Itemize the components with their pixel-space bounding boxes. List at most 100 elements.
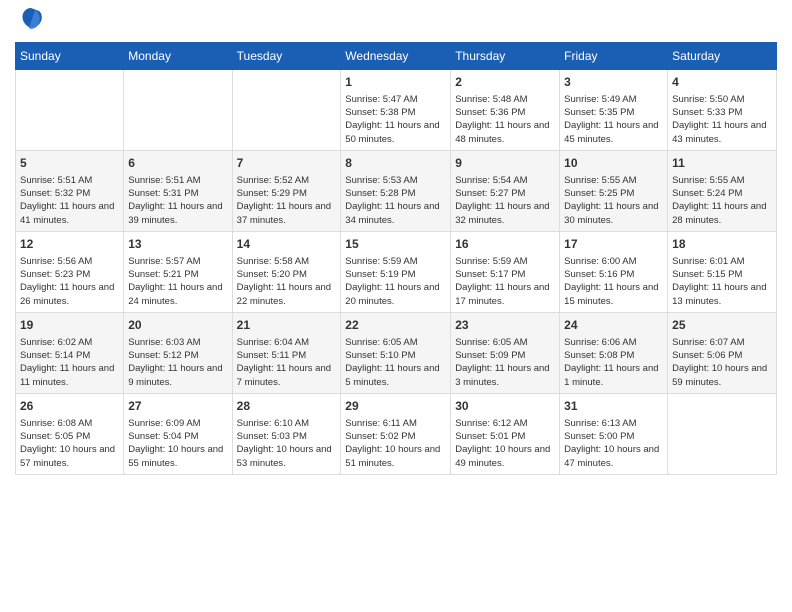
calendar-cell: 22 Sunrise: 6:05 AM Sunset: 5:10 PM Dayli…	[341, 312, 451, 393]
day-info: Sunrise: 6:00 AM Sunset: 5:16 PM Dayligh…	[564, 255, 663, 308]
day-number: 23	[455, 317, 555, 334]
day-info: Sunrise: 6:04 AM Sunset: 5:11 PM Dayligh…	[237, 336, 337, 389]
calendar-cell	[668, 393, 777, 474]
page-container: SundayMondayTuesdayWednesdayThursdayFrid…	[0, 0, 792, 485]
day-info: Sunrise: 5:48 AM Sunset: 5:36 PM Dayligh…	[455, 93, 555, 146]
calendar-cell: 28 Sunrise: 6:10 AM Sunset: 5:03 PM Dayli…	[232, 393, 341, 474]
day-number: 7	[237, 155, 337, 172]
day-number: 5	[20, 155, 119, 172]
weekday-header: Thursday	[451, 43, 560, 70]
day-number: 25	[672, 317, 772, 334]
day-number: 6	[128, 155, 227, 172]
day-info: Sunrise: 5:51 AM Sunset: 5:31 PM Dayligh…	[128, 174, 227, 227]
day-info: Sunrise: 5:59 AM Sunset: 5:19 PM Dayligh…	[345, 255, 446, 308]
day-info: Sunrise: 6:13 AM Sunset: 5:00 PM Dayligh…	[564, 417, 663, 470]
weekday-header: Sunday	[16, 43, 124, 70]
calendar-cell: 9 Sunrise: 5:54 AM Sunset: 5:27 PM Daylig…	[451, 150, 560, 231]
calendar-cell: 3 Sunrise: 5:49 AM Sunset: 5:35 PM Daylig…	[560, 70, 668, 151]
day-info: Sunrise: 6:11 AM Sunset: 5:02 PM Dayligh…	[345, 417, 446, 470]
day-info: Sunrise: 6:05 AM Sunset: 5:10 PM Dayligh…	[345, 336, 446, 389]
day-number: 18	[672, 236, 772, 253]
day-info: Sunrise: 6:06 AM Sunset: 5:08 PM Dayligh…	[564, 336, 663, 389]
calendar-cell: 19 Sunrise: 6:02 AM Sunset: 5:14 PM Dayli…	[16, 312, 124, 393]
calendar-cell: 30Sunrise: 6:12 AM Sunset: 5:01 PM Dayli…	[451, 393, 560, 474]
day-number: 29	[345, 398, 446, 415]
logo	[15, 10, 45, 34]
day-info: Sunrise: 5:51 AM Sunset: 5:32 PM Dayligh…	[20, 174, 119, 227]
day-info: Sunrise: 5:55 AM Sunset: 5:24 PM Dayligh…	[672, 174, 772, 227]
calendar-week-row: 12 Sunrise: 5:56 AM Sunset: 5:23 PM Dayli…	[16, 231, 777, 312]
day-number: 4	[672, 74, 772, 91]
weekday-header: Monday	[124, 43, 232, 70]
calendar-cell: 29 Sunrise: 6:11 AM Sunset: 5:02 PM Dayli…	[341, 393, 451, 474]
day-info: Sunrise: 5:53 AM Sunset: 5:28 PM Dayligh…	[345, 174, 446, 227]
day-number: 16	[455, 236, 555, 253]
calendar-cell: 8Sunrise: 5:53 AM Sunset: 5:28 PM Daylig…	[341, 150, 451, 231]
calendar-cell: 26 Sunrise: 6:08 AM Sunset: 5:05 PM Dayli…	[16, 393, 124, 474]
day-number: 19	[20, 317, 119, 334]
day-info: Sunrise: 5:59 AM Sunset: 5:17 PM Dayligh…	[455, 255, 555, 308]
day-number: 20	[128, 317, 227, 334]
calendar-cell: 6 Sunrise: 5:51 AM Sunset: 5:31 PM Daylig…	[124, 150, 232, 231]
calendar-cell: 21 Sunrise: 6:04 AM Sunset: 5:11 PM Dayli…	[232, 312, 341, 393]
day-number: 12	[20, 236, 119, 253]
day-info: Sunrise: 6:10 AM Sunset: 5:03 PM Dayligh…	[237, 417, 337, 470]
day-number: 22	[345, 317, 446, 334]
calendar-cell: 15 Sunrise: 5:59 AM Sunset: 5:19 PM Dayli…	[341, 231, 451, 312]
day-number: 30	[455, 398, 555, 415]
calendar-cell: 25Sunrise: 6:07 AM Sunset: 5:06 PM Dayli…	[668, 312, 777, 393]
calendar-cell: 27 Sunrise: 6:09 AM Sunset: 5:04 PM Dayli…	[124, 393, 232, 474]
calendar-cell: 24Sunrise: 6:06 AM Sunset: 5:08 PM Dayli…	[560, 312, 668, 393]
calendar-cell: 14 Sunrise: 5:58 AM Sunset: 5:20 PM Dayli…	[232, 231, 341, 312]
day-number: 10	[564, 155, 663, 172]
logo-icon	[17, 6, 45, 34]
calendar-cell: 2 Sunrise: 5:48 AM Sunset: 5:36 PM Daylig…	[451, 70, 560, 151]
day-info: Sunrise: 5:57 AM Sunset: 5:21 PM Dayligh…	[128, 255, 227, 308]
day-number: 21	[237, 317, 337, 334]
calendar-cell	[16, 70, 124, 151]
weekday-header: Tuesday	[232, 43, 341, 70]
calendar-cell: 17 Sunrise: 6:00 AM Sunset: 5:16 PM Dayli…	[560, 231, 668, 312]
day-number: 14	[237, 236, 337, 253]
calendar-cell: 4 Sunrise: 5:50 AM Sunset: 5:33 PM Daylig…	[668, 70, 777, 151]
day-number: 13	[128, 236, 227, 253]
day-info: Sunrise: 5:54 AM Sunset: 5:27 PM Dayligh…	[455, 174, 555, 227]
day-number: 27	[128, 398, 227, 415]
calendar-cell: 7 Sunrise: 5:52 AM Sunset: 5:29 PM Daylig…	[232, 150, 341, 231]
day-number: 26	[20, 398, 119, 415]
day-info: Sunrise: 5:56 AM Sunset: 5:23 PM Dayligh…	[20, 255, 119, 308]
day-info: Sunrise: 6:05 AM Sunset: 5:09 PM Dayligh…	[455, 336, 555, 389]
day-number: 3	[564, 74, 663, 91]
weekday-header: Saturday	[668, 43, 777, 70]
calendar-cell: 16 Sunrise: 5:59 AM Sunset: 5:17 PM Dayli…	[451, 231, 560, 312]
calendar-cell: 11 Sunrise: 5:55 AM Sunset: 5:24 PM Dayli…	[668, 150, 777, 231]
day-info: Sunrise: 5:52 AM Sunset: 5:29 PM Dayligh…	[237, 174, 337, 227]
day-number: 15	[345, 236, 446, 253]
day-info: Sunrise: 6:01 AM Sunset: 5:15 PM Dayligh…	[672, 255, 772, 308]
day-info: Sunrise: 5:58 AM Sunset: 5:20 PM Dayligh…	[237, 255, 337, 308]
weekday-header: Friday	[560, 43, 668, 70]
calendar-cell	[124, 70, 232, 151]
calendar-cell: 5 Sunrise: 5:51 AM Sunset: 5:32 PM Daylig…	[16, 150, 124, 231]
day-info: Sunrise: 5:49 AM Sunset: 5:35 PM Dayligh…	[564, 93, 663, 146]
calendar-cell: 18 Sunrise: 6:01 AM Sunset: 5:15 PM Dayli…	[668, 231, 777, 312]
calendar-cell	[232, 70, 341, 151]
calendar-cell: 23 Sunrise: 6:05 AM Sunset: 5:09 PM Dayli…	[451, 312, 560, 393]
calendar-cell: 31Sunrise: 6:13 AM Sunset: 5:00 PM Dayli…	[560, 393, 668, 474]
day-number: 2	[455, 74, 555, 91]
day-number: 9	[455, 155, 555, 172]
calendar-cell: 13 Sunrise: 5:57 AM Sunset: 5:21 PM Dayli…	[124, 231, 232, 312]
calendar-week-row: 19 Sunrise: 6:02 AM Sunset: 5:14 PM Dayli…	[16, 312, 777, 393]
calendar-cell: 12 Sunrise: 5:56 AM Sunset: 5:23 PM Dayli…	[16, 231, 124, 312]
day-number: 11	[672, 155, 772, 172]
calendar-week-row: 5 Sunrise: 5:51 AM Sunset: 5:32 PM Daylig…	[16, 150, 777, 231]
day-info: Sunrise: 6:08 AM Sunset: 5:05 PM Dayligh…	[20, 417, 119, 470]
day-info: Sunrise: 6:02 AM Sunset: 5:14 PM Dayligh…	[20, 336, 119, 389]
day-info: Sunrise: 5:50 AM Sunset: 5:33 PM Dayligh…	[672, 93, 772, 146]
day-info: Sunrise: 6:09 AM Sunset: 5:04 PM Dayligh…	[128, 417, 227, 470]
day-number: 28	[237, 398, 337, 415]
page-header	[15, 10, 777, 34]
day-number: 17	[564, 236, 663, 253]
calendar-week-row: 1Sunrise: 5:47 AM Sunset: 5:38 PM Daylig…	[16, 70, 777, 151]
day-info: Sunrise: 6:03 AM Sunset: 5:12 PM Dayligh…	[128, 336, 227, 389]
